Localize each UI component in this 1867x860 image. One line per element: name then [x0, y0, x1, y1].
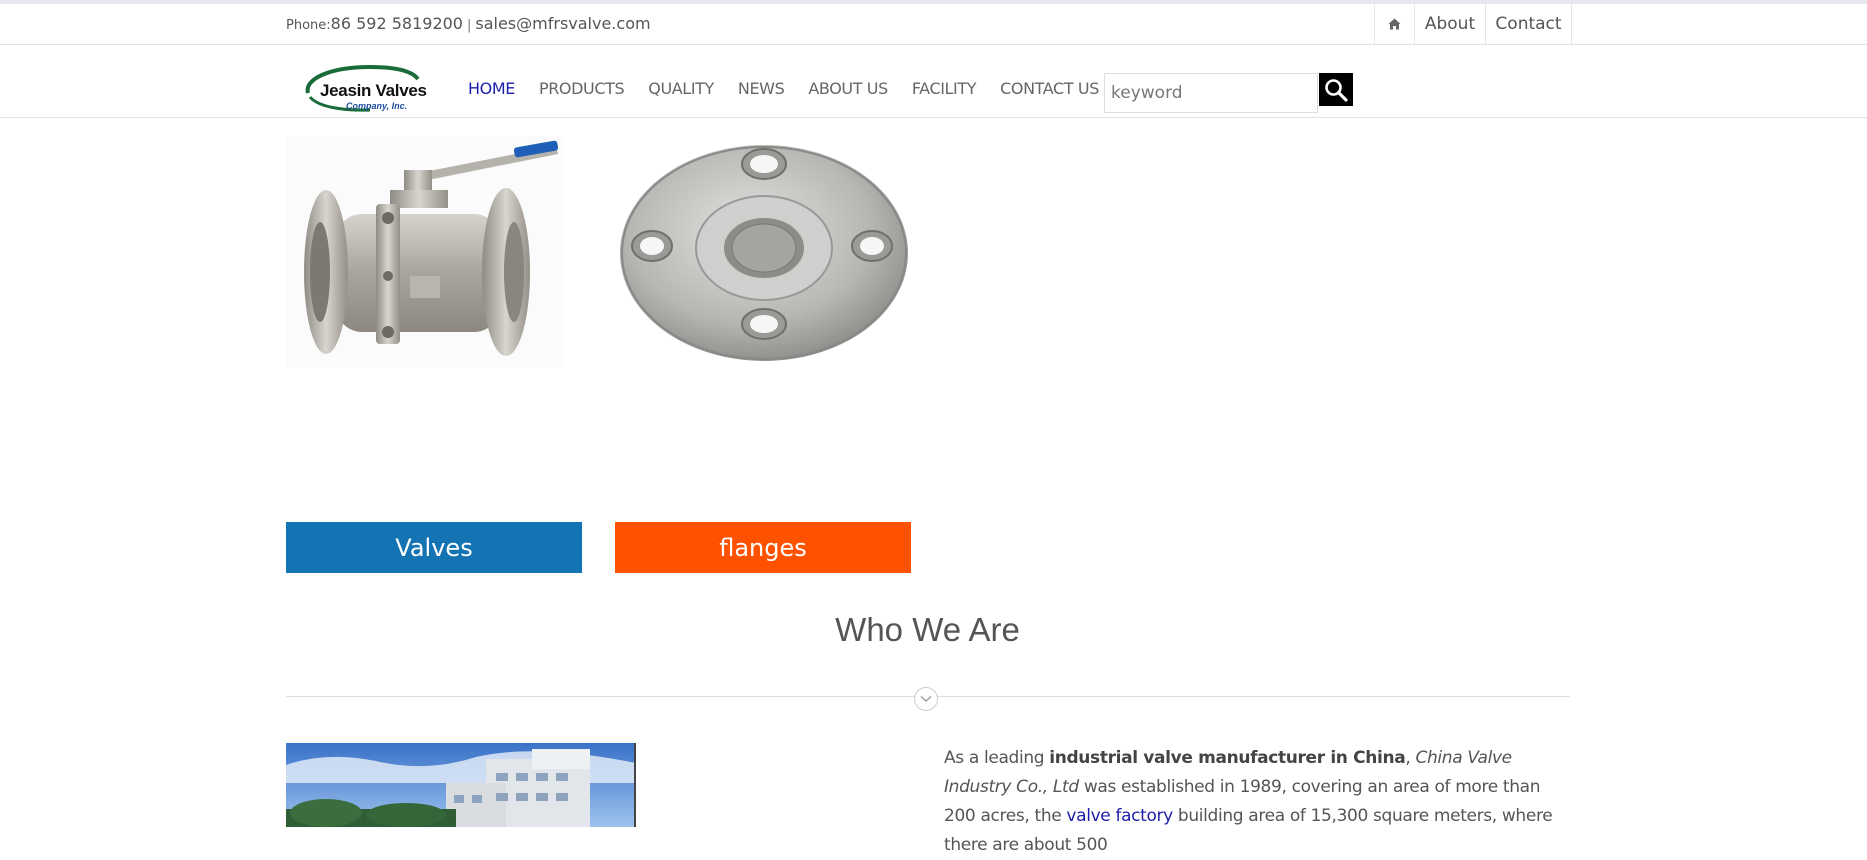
top-link-contact[interactable]: Contact [1486, 4, 1572, 44]
logo-subtitle: Company, Inc. [346, 101, 408, 111]
about-text-1: As a leading [944, 748, 1050, 768]
flanges-category-button[interactable]: flanges [615, 522, 911, 573]
phone-label: Phone: [286, 18, 331, 33]
top-link-home[interactable] [1375, 4, 1415, 44]
search-button[interactable] [1319, 73, 1353, 106]
factory-building-image [286, 743, 636, 827]
ball-valve-image[interactable] [286, 136, 564, 368]
valve-factory-link[interactable]: valve factory [1066, 806, 1173, 826]
about-text-2: , [1405, 748, 1416, 768]
contact-info: Phone:86 592 5819200 | sales@mfrsvalve.com [286, 14, 651, 33]
separator: | [466, 18, 472, 33]
nav-item-products[interactable]: PRODUCTS [539, 79, 625, 98]
search-icon [1325, 78, 1348, 102]
chevron-down-icon [914, 687, 938, 711]
about-highlight: industrial valve manufacturer in China [1049, 748, 1406, 768]
phone-number[interactable]: 86 592 5819200 [331, 14, 463, 33]
valves-category-button[interactable]: Valves [286, 522, 582, 573]
main-nav: HOME PRODUCTS QUALITY NEWS ABOUT US FACI… [468, 79, 1123, 98]
nav-item-about-us[interactable]: ABOUT US [808, 79, 888, 98]
section-title: Who We Are [835, 611, 1020, 648]
about-paragraph: As a leading industrial valve manufactur… [944, 744, 1570, 860]
top-bar: Phone:86 592 5819200 | sales@mfrsvalve.com… [0, 4, 1867, 45]
logo[interactable]: Jeasin Valves Company, Inc. [300, 55, 434, 113]
search-input[interactable] [1104, 73, 1318, 113]
top-link-about[interactable]: About [1415, 4, 1486, 44]
flange-image[interactable] [616, 136, 910, 368]
nav-item-news[interactable]: NEWS [738, 79, 785, 98]
header: Jeasin Valves Company, Inc. HOME PRODUCT… [0, 45, 1867, 118]
nav-item-contact-us[interactable]: CONTACT US [1000, 79, 1099, 98]
nav-item-quality[interactable]: QUALITY [648, 79, 714, 98]
top-links: About Contact [1374, 4, 1572, 44]
home-icon [1388, 18, 1401, 30]
email-link[interactable]: sales@mfrsvalve.com [475, 14, 650, 33]
nav-item-facility[interactable]: FACILITY [912, 79, 977, 98]
nav-item-home[interactable]: HOME [468, 79, 515, 98]
logo-brand: Jeasin Valves [320, 81, 427, 100]
